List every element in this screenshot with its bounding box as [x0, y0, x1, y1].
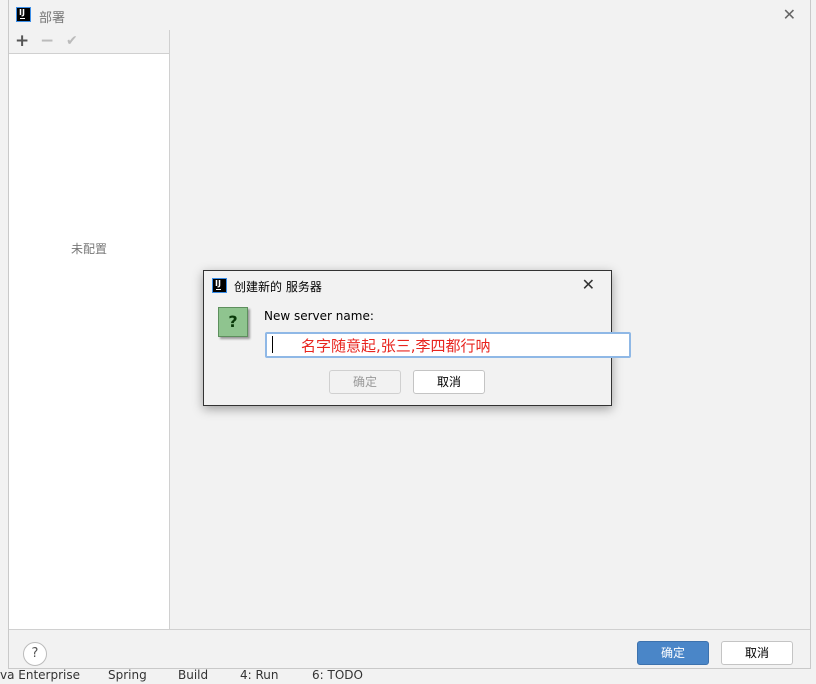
ok-button[interactable]: 确定	[637, 641, 709, 665]
close-icon[interactable]: ✕	[783, 5, 796, 24]
empty-state-text: 未配置	[70, 242, 107, 256]
create-server-dialog: IJ 创建新的 服务器 ✕ ? New server name: 确定 取消	[203, 270, 631, 406]
question-icon: ?	[218, 307, 248, 337]
dialog-title: 创建新的 服务器	[234, 280, 322, 294]
close-icon[interactable]: ✕	[582, 275, 595, 294]
cancel-button[interactable]: 取消	[721, 641, 793, 665]
remove-icon[interactable]: −	[40, 31, 54, 51]
tool-tab-run[interactable]: 4: Run	[240, 668, 279, 682]
tool-tab-todo[interactable]: 6: TODO	[312, 668, 363, 682]
tool-tab-spring[interactable]: Spring	[108, 668, 147, 682]
title-bar: IJ 部署 ✕	[9, 0, 810, 30]
tool-tab-build[interactable]: Build	[178, 668, 208, 682]
server-name-input[interactable]	[265, 332, 631, 358]
intellij-logo-icon: IJ	[212, 278, 227, 293]
intellij-logo-icon: IJ	[16, 7, 31, 22]
dialog-ok-button[interactable]: 确定	[329, 370, 401, 394]
server-name-label: New server name:	[264, 309, 374, 323]
ide-tool-window-bar: va Enterprise Spring Build 4: Run 6: TOD…	[0, 668, 816, 684]
tool-tab-java-enterprise[interactable]: va Enterprise	[0, 668, 80, 682]
server-list-panel: + − ✔ 未配置	[9, 30, 170, 629]
dialog-cancel-button[interactable]: 取消	[413, 370, 485, 394]
help-button[interactable]: ?	[23, 642, 47, 666]
check-icon[interactable]: ✔	[66, 33, 78, 49]
list-toolbar: + − ✔	[9, 30, 169, 54]
text-caret	[272, 336, 273, 353]
window-title: 部署	[39, 11, 66, 26]
add-icon[interactable]: +	[15, 31, 29, 51]
footer: ? 确定 取消	[9, 629, 810, 669]
